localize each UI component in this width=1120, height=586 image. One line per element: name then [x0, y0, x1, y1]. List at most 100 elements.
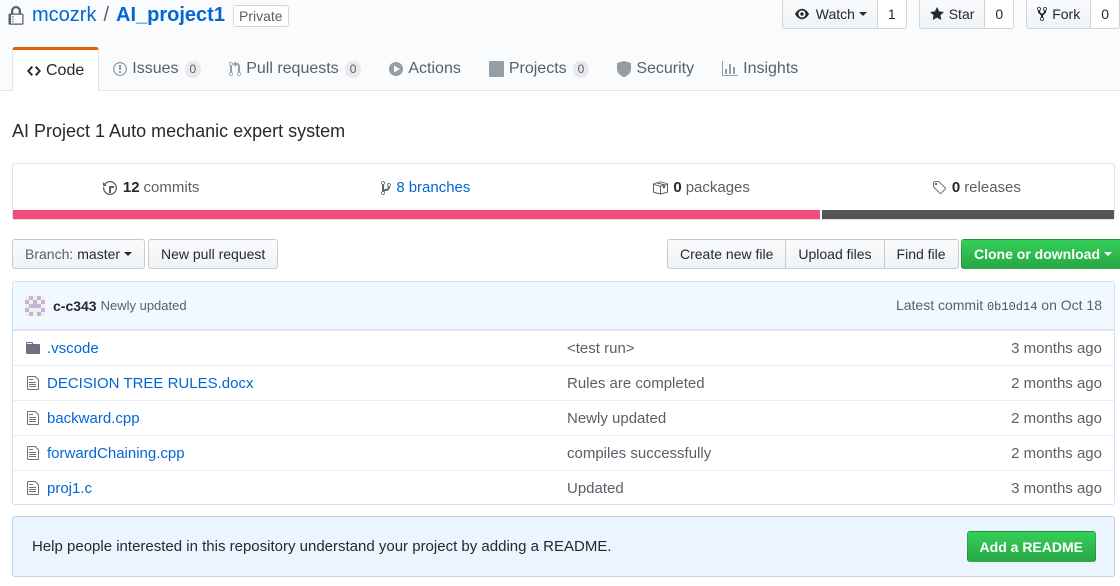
language-bar[interactable]	[13, 210, 1114, 219]
clone-label: Clone or download	[974, 246, 1100, 262]
projects-counter: 0	[572, 60, 590, 78]
commit-message[interactable]: Newly updated	[101, 298, 187, 313]
repo-actions: Watch 1 Star 0 Fork 0	[770, 0, 1120, 29]
pull-requests-counter: 0	[344, 60, 362, 78]
folder-icon	[26, 342, 40, 354]
readme-notice-text: Help people interested in this repositor…	[32, 538, 612, 555]
tab-issues[interactable]: Issues 0	[99, 47, 215, 91]
packages-link[interactable]: 0 packages	[564, 164, 839, 211]
graph-icon	[722, 61, 739, 76]
table-row: forwardChaining.cpp compiles successfull…	[13, 435, 1114, 470]
tab-label: Actions	[408, 60, 461, 77]
issue-icon	[113, 62, 128, 76]
new-pull-request-button[interactable]: New pull request	[148, 239, 279, 269]
avatar[interactable]	[25, 295, 45, 316]
language-segment-c	[822, 210, 1114, 219]
lock-icon	[8, 5, 24, 25]
star-icon	[929, 7, 944, 20]
branches-link[interactable]: 8 branches	[288, 164, 563, 211]
star-button[interactable]: Star	[918, 0, 986, 29]
tab-label: Projects	[508, 60, 567, 77]
create-new-file-button[interactable]: Create new file	[667, 239, 787, 269]
code-icon	[27, 65, 41, 76]
branch-select-button[interactable]: Branch: master	[12, 239, 146, 269]
tab-label: Insights	[743, 60, 799, 77]
star-count[interactable]: 0	[985, 0, 1015, 29]
star-group: Star 0	[918, 0, 1015, 29]
tab-label: Pull requests	[246, 60, 339, 77]
repo-description: AI Project 1 Auto mechanic expert system	[12, 121, 346, 141]
file-icon	[27, 446, 39, 460]
tag-icon	[932, 180, 946, 194]
tab-projects[interactable]: Projects 0	[475, 47, 603, 91]
find-file-button[interactable]: Find file	[883, 239, 959, 269]
fork-group: Fork 0	[1026, 0, 1120, 29]
commits-count: 12	[122, 179, 140, 196]
commit-author[interactable]: c-c343	[53, 298, 97, 314]
file-name-link[interactable]: proj1.c	[47, 480, 567, 497]
play-icon	[389, 62, 404, 76]
file-icon	[27, 411, 39, 425]
package-icon	[653, 181, 669, 194]
table-row: .vscode <test run> 3 months ago	[13, 330, 1114, 365]
branch-label: Branch:	[25, 246, 74, 262]
star-label: Star	[948, 6, 975, 22]
clone-or-download-button[interactable]: Clone or download	[961, 239, 1120, 269]
repo-header: mcozrk / AI_project1 Private Watch 1 Sta…	[0, 0, 1120, 92]
repo-name-link[interactable]: AI_project1	[116, 4, 225, 27]
packages-count: 0	[673, 179, 682, 196]
file-age: 3 months ago	[1011, 479, 1102, 497]
tab-insights[interactable]: Insights	[708, 47, 812, 91]
watch-group: Watch 1	[781, 0, 907, 29]
file-commit-message[interactable]: Updated	[567, 480, 974, 497]
tab-code[interactable]: Code	[12, 47, 100, 92]
tab-security[interactable]: Security	[603, 47, 708, 91]
releases-link[interactable]: 0 releases	[839, 164, 1114, 211]
tab-label: Issues	[132, 60, 179, 77]
chevron-down-icon	[1104, 252, 1112, 256]
file-table: c-c343 Newly updated Latest commit 0b10d…	[12, 281, 1115, 505]
file-commit-message[interactable]: compiles successfully	[567, 445, 974, 462]
table-row: proj1.c Updated 3 months ago	[13, 470, 1114, 504]
commits-link[interactable]: 12 commits	[13, 164, 288, 211]
file-name-link[interactable]: .vscode	[47, 340, 567, 357]
file-commit-message[interactable]: Rules are completed	[567, 375, 974, 392]
releases-label: releases	[964, 179, 1021, 196]
file-commit-message[interactable]: <test run>	[567, 340, 974, 357]
file-name-link[interactable]: DECISION TREE RULES.docx	[47, 375, 567, 392]
private-badge: Private	[232, 4, 289, 27]
branches-count: 8	[396, 179, 405, 196]
commits-label: commits	[143, 179, 200, 196]
numbers-summary: 12 commits 8 branches 0 packages 0 relea…	[12, 163, 1115, 220]
add-readme-button[interactable]: Add a README	[966, 531, 1096, 562]
file-commit-message[interactable]: Newly updated	[567, 410, 974, 427]
tab-label: Security	[636, 60, 695, 77]
watch-label: Watch	[815, 6, 855, 22]
upload-files-button[interactable]: Upload files	[785, 239, 885, 269]
file-age: 2 months ago	[1011, 409, 1102, 427]
repo-tabs: Code Issues 0 Pull requests 0 Actions Pr…	[12, 47, 812, 92]
branch-name: master	[77, 246, 121, 262]
commit-sha-link[interactable]: 0b10d14	[987, 300, 1037, 314]
repo-owner-link[interactable]: mcozrk	[32, 4, 96, 27]
issues-counter: 0	[184, 60, 202, 78]
packages-label: packages	[685, 179, 750, 196]
file-name-link[interactable]: forwardChaining.cpp	[47, 445, 567, 462]
path-separator: /	[103, 4, 110, 26]
watch-button[interactable]: Watch	[781, 0, 878, 29]
file-age: 2 months ago	[1011, 444, 1102, 462]
tab-actions[interactable]: Actions	[375, 47, 474, 91]
chevron-down-icon	[124, 252, 133, 256]
fork-icon	[1037, 6, 1048, 22]
watch-count[interactable]: 1	[877, 0, 907, 29]
file-name-link[interactable]: backward.cpp	[47, 410, 567, 427]
fork-button[interactable]: Fork	[1026, 0, 1092, 29]
tab-pull-requests[interactable]: Pull requests 0	[215, 47, 375, 91]
file-age: 2 months ago	[1011, 374, 1102, 392]
releases-count: 0	[951, 179, 961, 196]
fork-count[interactable]: 0	[1091, 0, 1120, 29]
chevron-down-icon	[858, 12, 867, 16]
table-row: backward.cpp Newly updated 2 months ago	[13, 400, 1114, 435]
commit-tease: c-c343 Newly updated Latest commit 0b10d…	[13, 282, 1114, 330]
commit-date: on Oct 18	[1041, 297, 1102, 313]
